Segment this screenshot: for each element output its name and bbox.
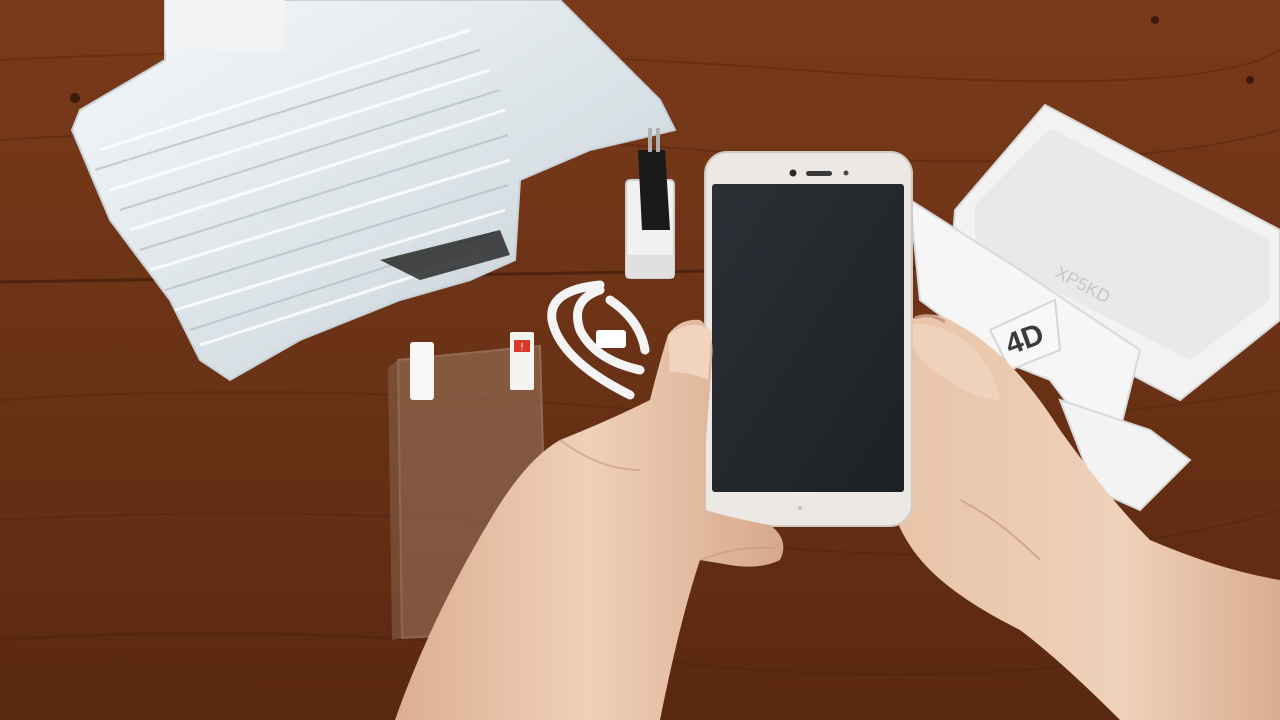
phone-nav-dot — [798, 506, 802, 510]
phone-sensor — [843, 170, 849, 176]
protector-tab — [410, 342, 434, 400]
table-knot-2 — [1246, 76, 1254, 84]
phone-screen — [712, 184, 904, 492]
smartphone — [704, 151, 913, 527]
bag-white-top — [165, 0, 285, 50]
table-knot-3 — [1151, 16, 1159, 24]
phone-earpiece — [806, 171, 832, 176]
table-knot — [70, 93, 80, 103]
protector-sticker-mark: ! — [521, 342, 524, 353]
photo-canvas: ! XP5KD 4D — [0, 0, 1280, 720]
unboxing-photo: ! XP5KD 4D — [0, 0, 1280, 720]
usb-cable-plug — [596, 330, 626, 348]
phone-front-camera — [789, 169, 797, 177]
